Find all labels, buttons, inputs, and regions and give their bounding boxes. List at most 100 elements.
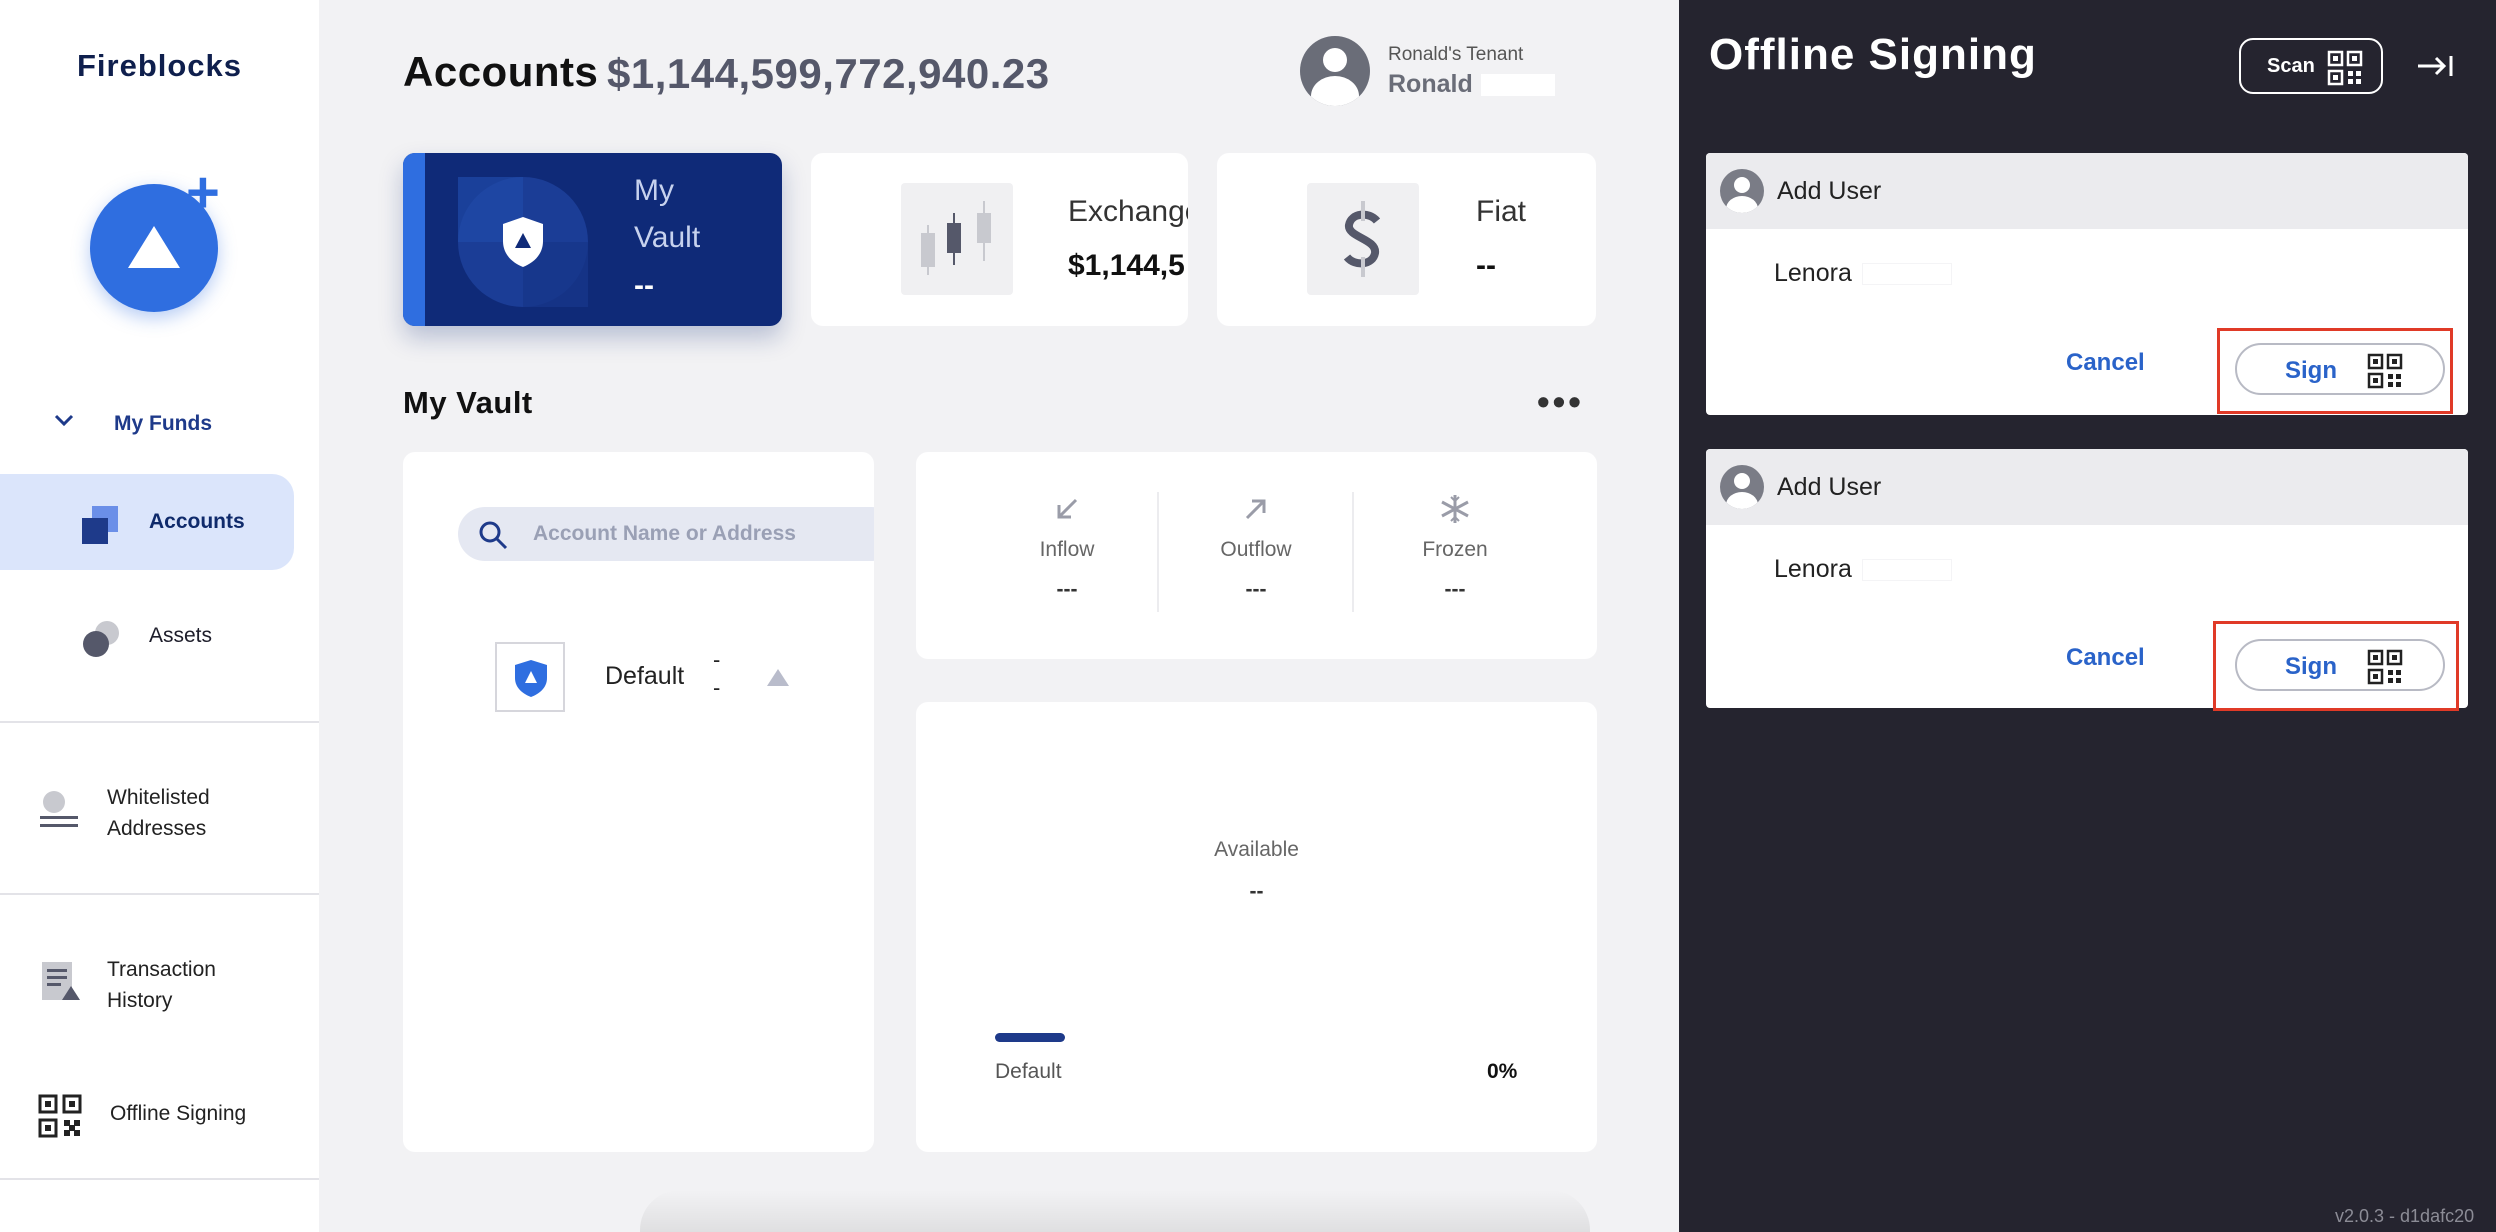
sidebar-item-assets[interactable]: Assets	[0, 588, 294, 684]
card-name: My Vault	[634, 174, 701, 254]
brand-name: Fireblocks	[76, 48, 243, 83]
sidebar-item-label: Whitelisted Addresses	[107, 786, 210, 840]
version-label: v2.0.3 - d1dafc20	[2335, 1206, 2475, 1226]
card-edge	[403, 153, 425, 326]
qr-code-icon	[2327, 50, 2363, 86]
whitelist-icon	[40, 791, 78, 827]
sidebar-item-offline-signing[interactable]: Offline Signing	[0, 1076, 319, 1156]
tenant-name: Ronald's Tenant	[1388, 44, 1524, 65]
cancel-button[interactable]: Cancel	[2066, 349, 2145, 377]
account-name: Default	[605, 662, 685, 690]
user-menu[interactable]: Ronald's Tenant Ronald	[1300, 36, 1560, 108]
redacted-text	[1861, 559, 1952, 582]
sidebar-divider	[0, 721, 319, 723]
available-panel: Available -- Default 0%	[916, 702, 1597, 1152]
history-icon	[42, 962, 80, 1000]
arrow-down-left-icon	[1057, 498, 1078, 519]
sidebar-item-accounts[interactable]: Accounts	[0, 474, 294, 570]
stat-label: Frozen	[1422, 538, 1488, 561]
stat-inflow: Inflow ---	[967, 492, 1167, 602]
highlight-box	[2217, 328, 2453, 414]
user-first-name: Ronald	[1388, 70, 1473, 98]
stat-outflow: Outflow ---	[1156, 492, 1356, 602]
account-badge	[495, 642, 565, 712]
accounts-icon	[82, 506, 118, 544]
request-user-name: Lenora	[1774, 555, 1852, 583]
add-workspace-button[interactable]: +	[90, 164, 230, 320]
assets-icon	[83, 621, 119, 657]
request-user: Lenora	[1774, 259, 1952, 288]
arrow-up-right-icon	[1245, 499, 1266, 520]
search-icon	[479, 521, 508, 550]
cancel-button[interactable]: Cancel	[2066, 644, 2145, 672]
stat-value: ---	[1444, 578, 1466, 601]
plus-icon: +	[186, 160, 220, 225]
my-funds-label: My Funds	[114, 412, 212, 435]
legend-swatch	[995, 1033, 1065, 1042]
sidebar-item-transaction-history[interactable]: Transaction History	[0, 942, 319, 1022]
card-value: --	[1476, 249, 1496, 282]
my-funds-toggle[interactable]: My Funds	[0, 400, 319, 446]
sidebar-divider	[0, 1178, 319, 1180]
account-row[interactable]: Default - -	[495, 642, 835, 712]
sidebar-item-whitelisted-addresses[interactable]: Whitelisted Addresses	[0, 770, 319, 850]
highlight-box	[2213, 621, 2459, 711]
drawer-title: Offline Signing	[1709, 30, 2037, 79]
total-balance: $1,144,599,772,940.23	[607, 50, 1050, 97]
card-name: Exchange	[1068, 195, 1188, 228]
card-value: $1,144,5	[1068, 249, 1185, 282]
qr-icon	[38, 1094, 82, 1138]
sidebar-item-label: Assets	[149, 624, 213, 647]
available-value: --	[1249, 880, 1264, 903]
redacted-text	[1861, 263, 1952, 286]
snowflake-icon	[1441, 495, 1469, 523]
stat-value: ---	[1056, 578, 1078, 601]
sidebar-divider	[0, 893, 319, 895]
fiat-icon	[1307, 183, 1419, 295]
legend-percent: 0%	[1487, 1060, 1518, 1083]
request-header: Add User	[1706, 153, 2468, 229]
scan-button[interactable]: Scan	[2239, 38, 2383, 94]
stat-label: Inflow	[1039, 538, 1095, 561]
request-user: Lenora	[1774, 555, 1952, 584]
logo-triangle-icon	[128, 226, 180, 268]
scan-label: Scan	[2267, 55, 2315, 77]
stat-label: Outflow	[1220, 538, 1292, 561]
account-values: - -	[713, 646, 720, 702]
exchange-icon	[901, 183, 1013, 295]
my-vault-card[interactable]: My Vault --	[403, 153, 782, 326]
triangle-up-icon	[767, 669, 789, 686]
account-value-line: -	[713, 675, 721, 700]
card-value: --	[634, 269, 654, 302]
offline-signing-drawer: Offline Signing Scan Add User Lenora Can…	[1679, 0, 2496, 1232]
redacted-text	[1480, 74, 1555, 97]
avatar	[1720, 169, 1764, 213]
page-title: Accounts	[403, 48, 599, 95]
flow-stats-panel: Inflow --- Outflow --- Frozen ---	[916, 452, 1597, 659]
legend-name: Default	[995, 1060, 1062, 1083]
request-header: Add User	[1706, 449, 2468, 525]
sidebar-item-label: Offline Signing	[110, 1102, 247, 1125]
account-value-line: -	[713, 647, 721, 672]
request-title: Add User	[1777, 473, 1882, 501]
stat-value: ---	[1245, 578, 1267, 601]
collapse-drawer-icon[interactable]	[2414, 48, 2458, 84]
shield-icon	[515, 660, 547, 697]
sidebar-item-label: Transaction History	[107, 958, 216, 1012]
shield-icon	[503, 217, 543, 267]
exchange-card[interactable]: Exchange $1,144,5	[811, 153, 1188, 326]
more-options-icon[interactable]: •••	[1537, 384, 1584, 420]
avatar	[1300, 36, 1370, 106]
sidebar-item-label: Accounts	[149, 510, 245, 533]
scroll-shadow	[640, 1190, 1590, 1232]
fiat-card[interactable]: Fiat --	[1217, 153, 1596, 326]
section-title: My Vault	[403, 385, 533, 420]
accounts-panel: Default - -	[403, 452, 874, 1152]
chevron-down-icon	[54, 414, 74, 427]
search-bar[interactable]	[458, 507, 874, 561]
search-input[interactable]	[533, 517, 873, 551]
stat-divider	[1352, 492, 1354, 612]
request-title: Add User	[1777, 177, 1882, 205]
avatar	[1720, 465, 1764, 509]
user-name: Ronald	[1388, 70, 1555, 99]
